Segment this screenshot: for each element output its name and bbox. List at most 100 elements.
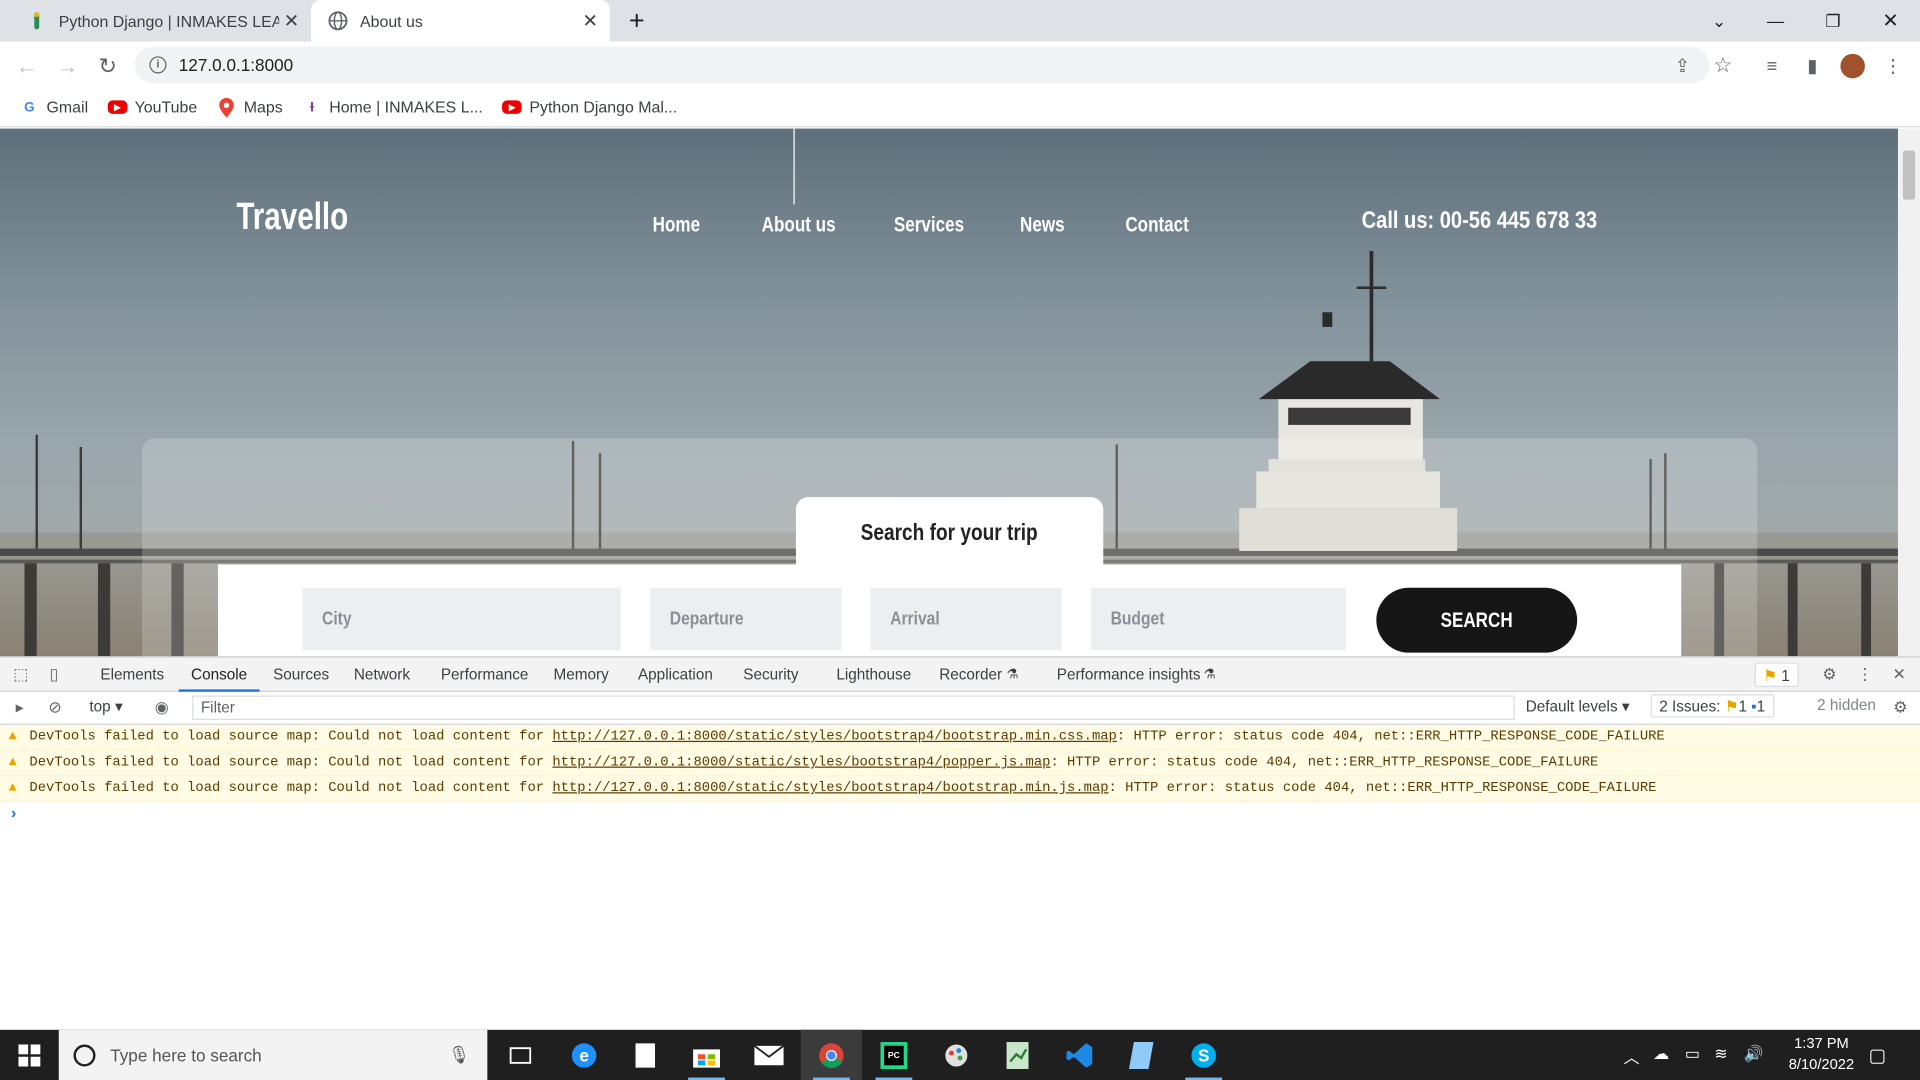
devtools-tab-console[interactable]: Console [178,658,260,692]
context-selector[interactable]: top ▾ [89,697,122,715]
message-text: DevTools failed to load source map: Coul… [29,781,553,796]
devtools-tab-elements[interactable]: Elements [100,658,164,692]
wifi-icon[interactable]: ≋ [1714,1044,1727,1064]
microphone-icon[interactable]: 🎙 [448,1044,470,1065]
search-button[interactable]: SEARCH [1376,587,1578,653]
close-tab-icon[interactable]: ✕ [578,10,602,32]
chrome-icon[interactable] [800,1029,863,1080]
close-window-icon[interactable]: ✕ [1862,0,1918,42]
bookmark-star-icon[interactable]: ☆ [1711,54,1735,78]
nav-services[interactable]: Services [894,213,964,237]
arrival-input[interactable]: Arrival [870,587,1062,651]
search-title: Search for your trip [861,520,1039,547]
close-devtools-icon[interactable]: ✕ [1889,665,1909,685]
bookmark-label: Gmail [46,97,89,117]
address-bar[interactable]: i 127.0.0.1:8000 [134,46,1710,84]
battery-icon[interactable]: ▭ [1685,1044,1700,1064]
city-input[interactable]: City [302,587,621,651]
nav-contact[interactable]: Contact [1125,213,1189,237]
bookmark-youtube[interactable]: ▶ YouTube [107,98,197,116]
issues-badge[interactable]: ⚑ 1 [1754,662,1799,687]
close-tab-icon[interactable]: ✕ [279,10,303,32]
scrollbar-thumb[interactable] [1902,150,1916,200]
tab-title: About us [360,11,423,31]
browser-tab-inmakes[interactable]: Python Django | INMAKES LEARN ✕ [10,0,311,42]
notepad-icon[interactable] [1111,1030,1172,1080]
devtools-tab-lighthouse[interactable]: Lighthouse [836,658,911,692]
clear-console-icon[interactable]: ⊘ [45,698,65,718]
devtools-tab-application[interactable]: Application [638,658,713,692]
paint-icon[interactable] [926,1030,987,1080]
onedrive-cloud-icon[interactable]: ☁ [1653,1044,1669,1064]
source-map-link[interactable]: http://127.0.0.1:8000/static/styles/boot… [552,756,1050,771]
devtools-tab-recorder[interactable]: Recorder [939,658,1002,692]
source-map-link[interactable]: http://127.0.0.1:8000/static/styles/boot… [552,781,1108,796]
settings-gear-icon[interactable]: ⚙ [1820,665,1840,685]
vscode-icon[interactable] [1049,1030,1110,1080]
devtools-menu-icon[interactable]: ⋮ [1855,665,1875,685]
warning-count: 1 [1738,697,1747,716]
nav-news[interactable]: News [1020,213,1065,237]
devtools-tab-performance-insights[interactable]: Performance insights [1057,658,1201,692]
departure-input[interactable]: Departure [650,587,842,651]
new-tab-button[interactable]: + [622,0,651,42]
spreadsheet-icon[interactable] [987,1030,1048,1080]
tray-chevron-up-icon[interactable]: ︿ [1624,1044,1640,1067]
edge-icon[interactable]: e [553,1030,614,1080]
task-view-icon[interactable] [490,1030,551,1080]
bookmark-maps[interactable]: Maps [217,97,283,117]
page-scrollbar[interactable] [1897,128,1920,657]
console-filter-input[interactable]: Filter [192,695,1515,721]
nav-about-us[interactable]: About us [762,213,836,237]
microsoft-store-icon[interactable] [676,1030,737,1080]
svg-text:e: e [579,1045,589,1065]
bookmark-label: Maps [243,97,283,117]
message-text: DevTools failed to load source map: Coul… [29,755,553,771]
console-sidebar-icon[interactable]: ▸ [10,698,30,718]
volume-icon[interactable]: 🔊 [1744,1044,1764,1064]
console-settings-gear-icon[interactable]: ⚙ [1891,698,1911,718]
reading-list-icon[interactable]: ≡ [1760,54,1784,78]
budget-input[interactable]: Budget [1091,587,1346,651]
minimize-icon[interactable]: — [1747,0,1803,42]
live-expression-eye-icon[interactable]: ◉ [152,698,172,718]
site-logo[interactable]: Travello [236,195,348,239]
devtools-tab-network[interactable]: Network [354,658,410,692]
bookmark-inmakes-home[interactable]: Ɨ Home | INMAKES L... [302,97,483,117]
log-levels-dropdown[interactable]: Default levels ▾ [1526,697,1630,715]
inspect-element-icon[interactable]: ⬚ [11,665,31,685]
share-icon[interactable]: ⇪ [1670,54,1694,78]
devtools-tab-sources[interactable]: Sources [273,658,329,692]
issues-summary-button[interactable]: 2 Issues: ⚑1 ▪1 [1650,694,1774,718]
reload-icon[interactable]: ↻ [93,51,122,80]
devtools-tab-performance[interactable]: Performance [441,658,529,692]
site-info-icon[interactable]: i [149,56,167,74]
tab-search-chevron-icon[interactable]: ⌄ [1691,0,1747,42]
device-toolbar-icon[interactable]: ▯ [44,665,64,685]
nav-home[interactable]: Home [653,213,700,237]
source-map-link[interactable]: http://127.0.0.1:8000/static/styles/boot… [552,730,1116,745]
bookmark-python-django[interactable]: ▶ Python Django Mal... [502,98,677,116]
console-prompt[interactable]: › [11,803,16,821]
forward-arrow-icon[interactable]: → [53,51,82,80]
inmakes-icon: Ɨ [310,99,314,115]
back-arrow-icon[interactable]: ← [12,51,41,80]
windows-start-icon[interactable] [0,1030,59,1080]
context-label: top [89,697,111,716]
system-clock[interactable]: 1:37 PM 8/10/2022 [1763,1033,1879,1075]
search-tab[interactable]: Search for your trip [795,497,1104,571]
taskbar-search-box[interactable]: Type here to search 🎙 [58,1029,488,1080]
notification-center-icon[interactable]: ▢ [1869,1044,1886,1067]
devtools-tab-memory[interactable]: Memory [553,658,608,692]
profile-avatar[interactable] [1840,53,1865,79]
side-panel-icon[interactable]: ▮ [1800,54,1824,78]
file-icon[interactable] [615,1030,676,1080]
pycharm-icon[interactable]: PC [863,1030,924,1080]
skype-icon[interactable]: S [1173,1030,1234,1080]
mail-icon[interactable] [738,1030,799,1080]
restore-icon[interactable]: ❐ [1805,0,1861,42]
devtools-tab-security[interactable]: Security [743,658,798,692]
bookmark-gmail[interactable]: G Gmail [20,97,89,117]
chrome-menu-icon[interactable]: ⋮ [1881,54,1905,78]
browser-tab-about[interactable]: About us ✕ [311,0,610,42]
